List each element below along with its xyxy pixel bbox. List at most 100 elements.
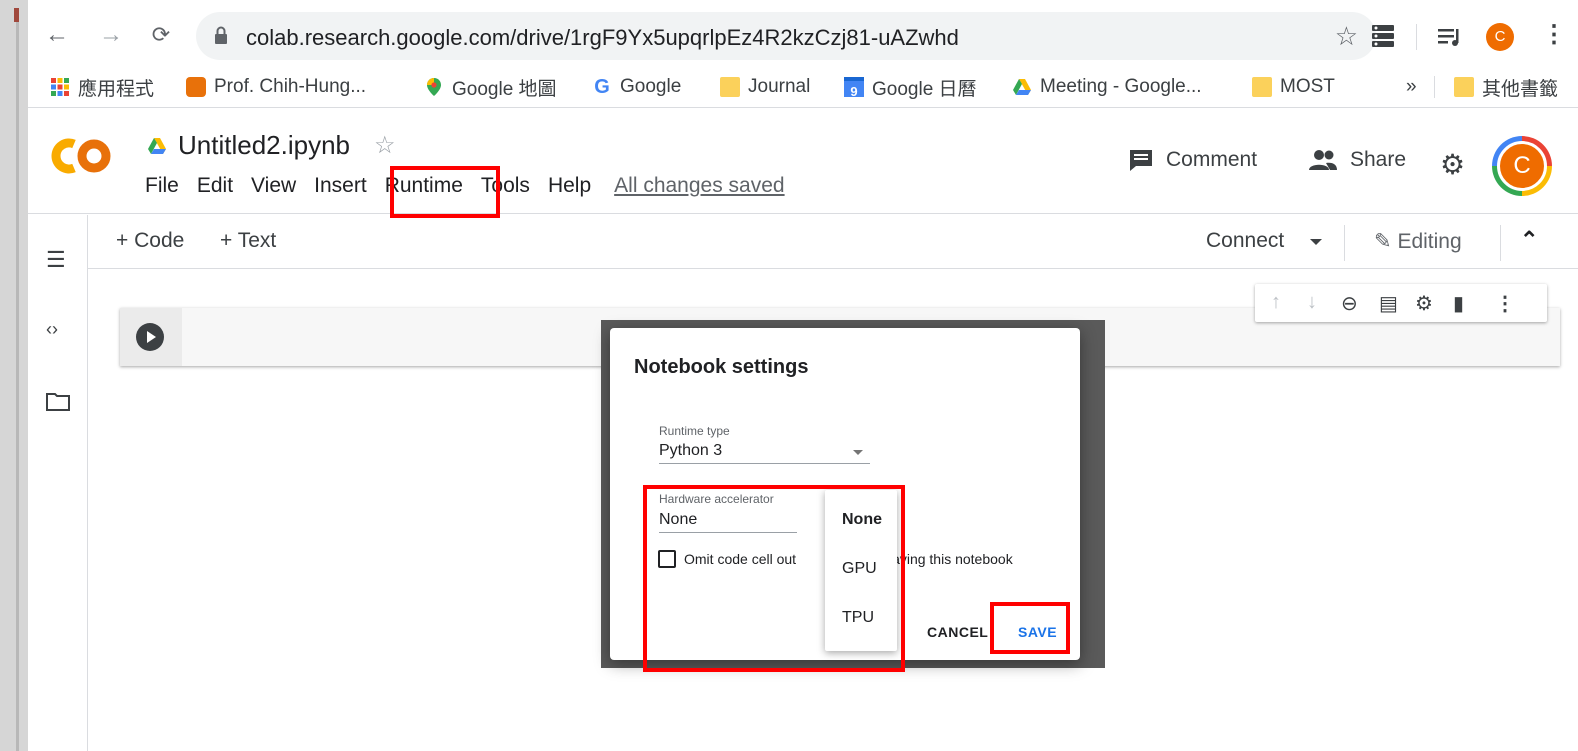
chrome-menu-icon[interactable]: ⋮ [1542, 20, 1566, 49]
menu-edit[interactable]: Edit [188, 174, 242, 198]
table-of-contents-icon[interactable]: ☰ [46, 247, 66, 273]
bookmarks-divider [1434, 76, 1435, 98]
drive-icon [1013, 79, 1031, 95]
extension-server-icon[interactable] [1370, 22, 1396, 50]
add-text-button[interactable]: + Text [220, 229, 276, 253]
google-g-icon: G [594, 76, 610, 98]
url-text: colab.research.google.com/drive/1rgF9Yx5… [246, 25, 959, 50]
omit-output-label-end: aving this notebook [892, 551, 1013, 567]
apps-grid-icon [51, 78, 69, 96]
cancel-button[interactable]: CANCEL [927, 624, 988, 640]
bookmark-google[interactable]: G Google [592, 74, 681, 100]
save-status[interactable]: All changes saved [600, 174, 793, 198]
more-options-icon[interactable]: ⋮ [1495, 291, 1515, 316]
bookmark-label: Google 日曆 [872, 78, 977, 100]
profile-avatar[interactable]: C [1486, 23, 1514, 51]
delete-trash-icon[interactable]: ▮ [1453, 291, 1464, 316]
move-down-icon[interactable]: ↓ [1307, 291, 1317, 314]
bookmark-label: 其他書籤 [1482, 78, 1559, 100]
forward-icon[interactable]: → [96, 20, 126, 50]
bookmark-star-icon[interactable]: ☆ [1335, 21, 1358, 52]
run-cell-icon[interactable] [136, 323, 164, 351]
chevron-down-icon[interactable] [853, 450, 863, 455]
desktop-edge [0, 0, 28, 751]
share-button[interactable]: Share [1308, 148, 1406, 172]
comment-label: Comment [1166, 148, 1258, 171]
bookmark-label: Google [620, 76, 682, 97]
link-icon[interactable]: ⊖ [1341, 291, 1358, 316]
star-icon[interactable]: ☆ [374, 131, 396, 160]
bookmarks-bar: 應用程式 Prof. Chih-Hung... Google 地圖 G Goog… [28, 68, 1578, 108]
lock-icon [215, 26, 227, 44]
bookmark-label: Meeting - Google... [1040, 76, 1202, 97]
comment-icon[interactable]: ▤ [1379, 291, 1398, 316]
edge-mark [14, 8, 19, 22]
bookmark-most[interactable]: MOST [1252, 74, 1335, 100]
menu-insert[interactable]: Insert [305, 174, 376, 198]
colab-header: Untitled2.ipynb ☆ File Edit View Insert … [28, 110, 1578, 218]
bookmark-label: Prof. Chih-Hung... [214, 76, 367, 97]
collapse-chevron-up-icon[interactable]: ⌃ [1520, 227, 1538, 253]
toolbar-divider [1500, 225, 1501, 261]
pencil-icon: ✎ [1374, 230, 1392, 253]
media-playlist-icon[interactable] [1436, 22, 1464, 50]
add-code-button[interactable]: + Code [116, 229, 184, 253]
maps-pin-icon [427, 78, 441, 96]
drive-icon [148, 137, 166, 154]
bookmarks-overflow-button[interactable]: » [1406, 74, 1417, 100]
bookmark-prof[interactable]: Prof. Chih-Hung... [186, 74, 366, 100]
menu-view[interactable]: View [242, 174, 305, 198]
folder-icon [1252, 77, 1272, 97]
menu-file[interactable]: File [136, 174, 188, 198]
connect-button[interactable]: Connect [1206, 229, 1284, 253]
editing-mode-button[interactable]: ✎ Editing [1374, 229, 1462, 254]
folder-icon [1454, 77, 1474, 97]
edge-line [16, 22, 19, 751]
folder-icon [720, 77, 740, 97]
notebook-title: Untitled2.ipynb ☆ [146, 130, 396, 161]
overflow-chevron-icon: » [1406, 76, 1417, 97]
bookmark-journal[interactable]: Journal [720, 74, 810, 100]
comment-icon [1130, 150, 1152, 171]
bookmark-apps[interactable]: 應用程式 [50, 74, 154, 100]
cell-settings-gear-icon[interactable]: ⚙ [1415, 291, 1433, 316]
bookmark-label: MOST [1280, 76, 1335, 97]
bookmark-maps[interactable]: Google 地圖 [424, 74, 557, 100]
save-highlight-box [990, 602, 1070, 654]
bookmark-meeting[interactable]: Meeting - Google... [1012, 74, 1202, 100]
browser-toolbar: ← → ⟳ colab.research.google.com/drive/1r… [28, 8, 1578, 64]
runtime-type-label: Runtime type [659, 424, 730, 438]
notebook-name[interactable]: Untitled2.ipynb [178, 130, 350, 161]
bookmark-label: 應用程式 [78, 78, 155, 100]
bookmark-label: Journal [748, 76, 811, 97]
files-folder-icon[interactable] [46, 391, 70, 411]
screenshot-frame: ← → ⟳ colab.research.google.com/drive/1r… [0, 0, 1578, 751]
avatar-initial: C [1497, 141, 1547, 191]
calendar-icon: 9 [844, 77, 864, 99]
account-avatar[interactable]: C [1492, 136, 1552, 196]
colab-logo[interactable] [48, 136, 114, 176]
code-snippets-icon[interactable]: ‹› [46, 319, 58, 340]
bookmark-label: Google 地圖 [452, 78, 557, 100]
page-favicon-icon [186, 77, 206, 97]
editing-label: Editing [1397, 230, 1462, 253]
dialog-title: Notebook settings [634, 356, 809, 378]
menu-help[interactable]: Help [539, 174, 600, 198]
bookmark-calendar[interactable]: 9 Google 日曆 [844, 74, 977, 100]
reload-icon[interactable]: ⟳ [146, 20, 176, 50]
cell-gutter [120, 308, 182, 366]
toolbar-divider [1416, 24, 1417, 50]
address-bar[interactable]: colab.research.google.com/drive/1rgF9Yx5… [196, 12, 1376, 60]
settings-gear-icon[interactable]: ⚙ [1440, 148, 1465, 181]
comment-button[interactable]: Comment [1128, 148, 1257, 172]
people-icon [1309, 150, 1337, 170]
side-rail: ☰ ‹› [28, 215, 88, 751]
move-up-icon[interactable]: ↑ [1271, 291, 1281, 314]
back-icon[interactable]: ← [42, 20, 72, 50]
accelerator-highlight-box [643, 485, 905, 672]
bookmark-other[interactable]: 其他書籤 [1454, 74, 1558, 100]
runtime-underline [659, 463, 870, 464]
connect-dropdown-icon[interactable] [1310, 239, 1322, 245]
runtime-type-select[interactable]: Python 3 [659, 442, 722, 460]
runtime-highlight-box [390, 166, 500, 218]
